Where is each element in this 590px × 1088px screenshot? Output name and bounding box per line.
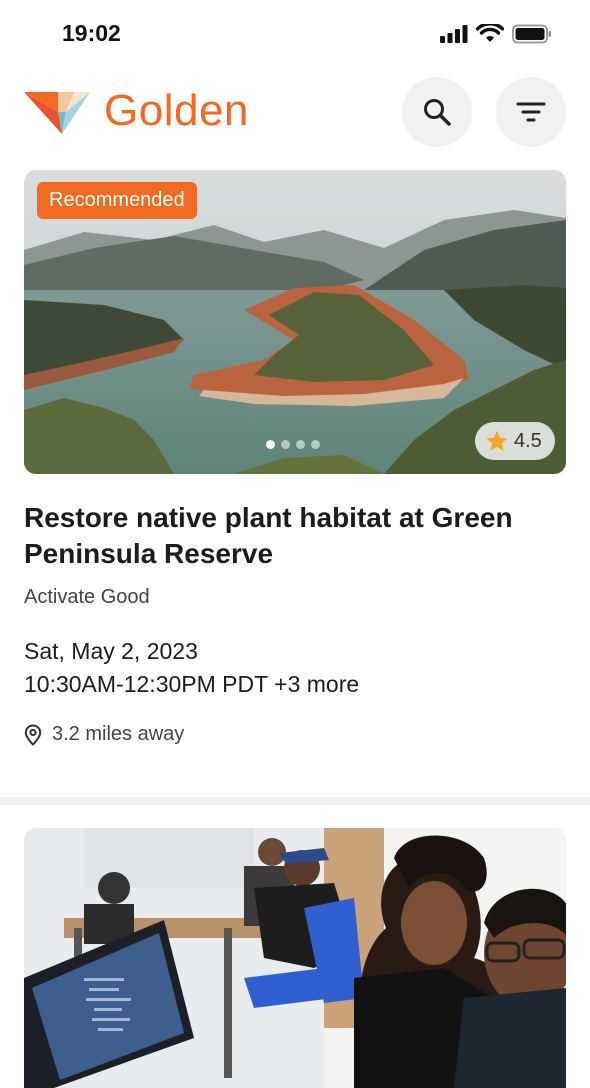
recommended-badge: Recommended bbox=[37, 182, 197, 219]
search-button[interactable] bbox=[402, 77, 472, 147]
carousel-dot[interactable] bbox=[311, 440, 320, 449]
card-image-carousel[interactable] bbox=[24, 828, 566, 1088]
golden-logo-icon bbox=[24, 92, 90, 134]
section-divider bbox=[0, 797, 590, 805]
cellular-signal-icon bbox=[440, 25, 468, 43]
carousel-dot[interactable] bbox=[281, 440, 290, 449]
status-icons bbox=[440, 24, 552, 44]
card-image-carousel[interactable]: Recommended 4.5 bbox=[24, 170, 566, 474]
brand-name: Golden bbox=[104, 86, 249, 135]
organization-name: Activate Good bbox=[24, 586, 150, 608]
status-bar: 19:02 bbox=[0, 0, 590, 70]
opportunity-card[interactable] bbox=[24, 828, 566, 1088]
opportunity-card[interactable]: Recommended 4.5 Restore native plant hab… bbox=[24, 170, 566, 746]
battery-icon bbox=[512, 24, 551, 44]
filter-icon bbox=[516, 102, 546, 122]
carousel-dot[interactable] bbox=[296, 440, 305, 449]
office-workers-image bbox=[24, 828, 566, 1088]
rating-badge: 4.5 bbox=[475, 422, 555, 460]
distance-text: 3.2 miles away bbox=[52, 723, 185, 745]
star-icon bbox=[486, 430, 508, 451]
app-header: Golden bbox=[0, 70, 590, 160]
event-date: Sat, May 2, 2023 bbox=[24, 638, 198, 664]
distance-info: 3.2 miles away bbox=[24, 723, 566, 746]
event-time-range: 10:30AM-12:30PM PDT +3 more bbox=[24, 671, 360, 697]
rating-value: 4.5 bbox=[514, 429, 542, 452]
search-icon bbox=[424, 99, 451, 126]
event-schedule: Sat, May 2, 2023 10:30AM-12:30PM PDT +3 … bbox=[24, 635, 566, 701]
location-pin-icon bbox=[24, 723, 42, 746]
status-time: 19:02 bbox=[62, 20, 121, 46]
opportunity-title[interactable]: Restore native plant habitat at Green Pe… bbox=[24, 500, 566, 572]
carousel-indicator[interactable] bbox=[266, 440, 320, 449]
wifi-icon bbox=[476, 24, 504, 42]
carousel-dot[interactable] bbox=[266, 440, 275, 449]
filter-button[interactable] bbox=[496, 77, 566, 147]
